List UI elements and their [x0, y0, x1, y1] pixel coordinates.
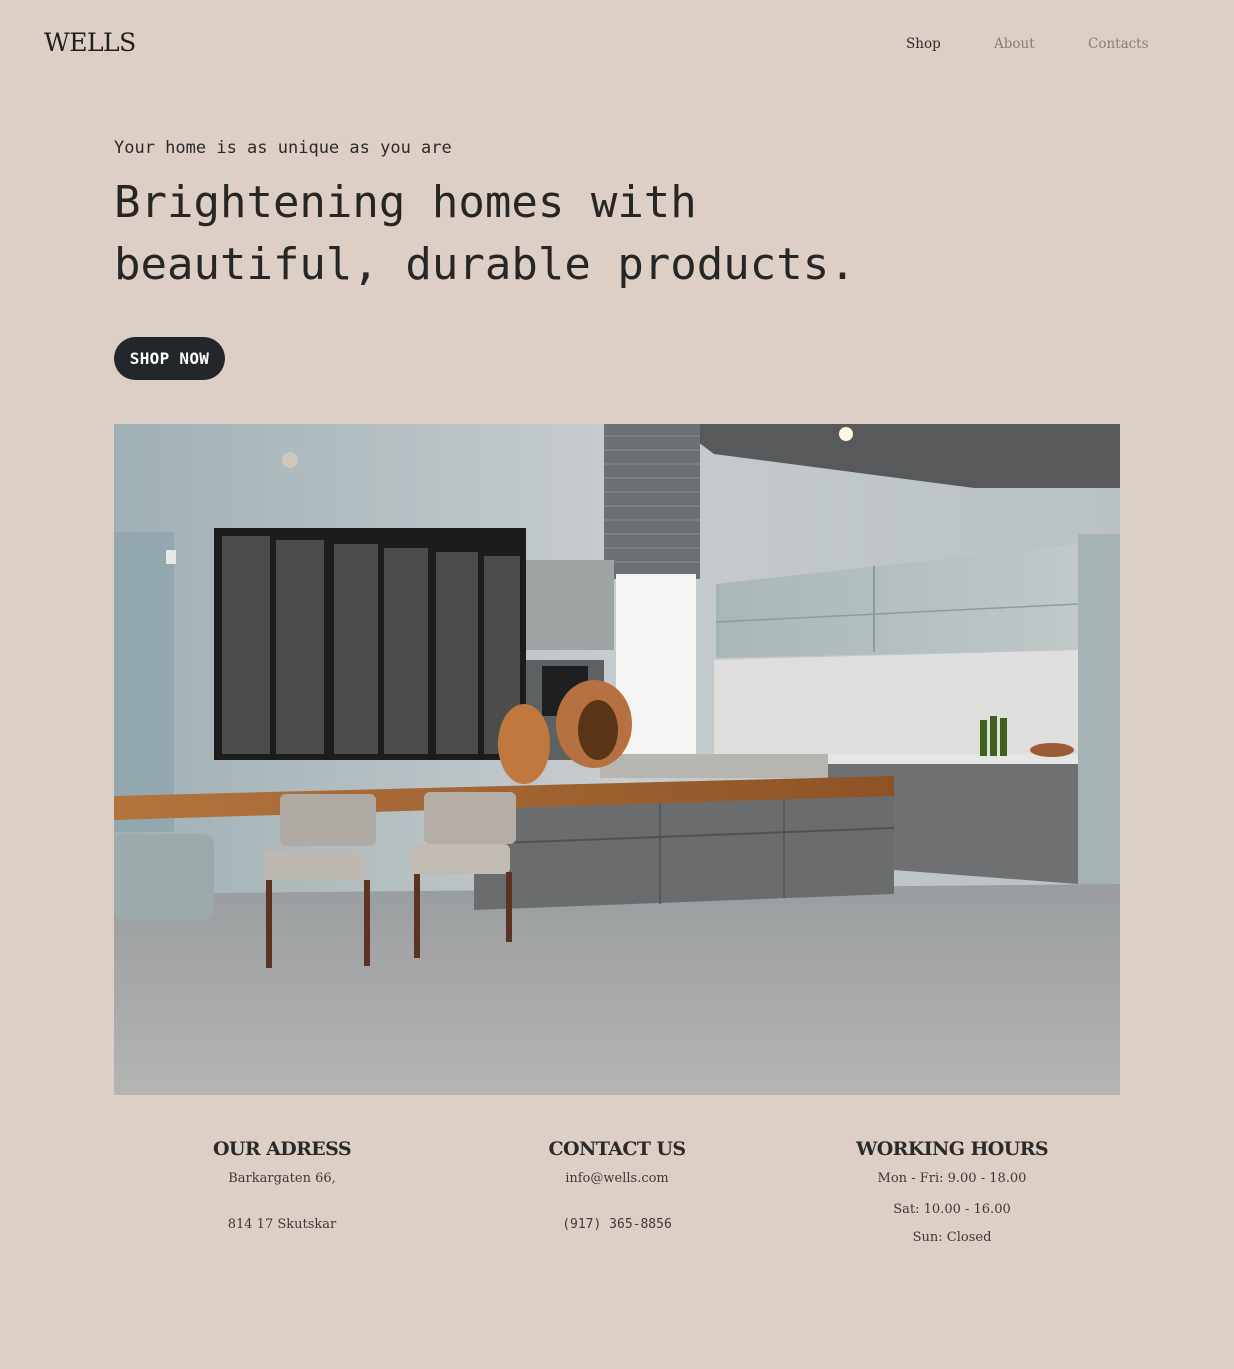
hours-section: WORKING HOURS Mon - Fri: 9.00 - 18.00 Sa… — [785, 1138, 1119, 1251]
nav-link-about[interactable]: About — [994, 36, 1035, 52]
hero-headline-line-2: beautiful, durable products. — [114, 239, 856, 290]
contact-phone[interactable]: (917) 365-8856 — [450, 1206, 784, 1243]
hours-weekdays: Mon - Fri: 9.00 - 18.00 — [877, 1171, 1027, 1186]
hero-headline-line-1: Brightening homes with — [114, 177, 697, 228]
nav-link-shop[interactable]: Shop — [906, 36, 941, 52]
hero-headline: Brightening homes with beautiful, durabl… — [114, 172, 934, 296]
hours-saturday: Sat: 10.00 - 16.00 — [893, 1202, 1011, 1217]
main-nav: Shop About Contacts — [0, 36, 1234, 56]
address-section: OUR ADRESS Barkargaten 66, 814 17 Skutsk… — [115, 1138, 449, 1243]
contact-title: CONTACT US — [548, 1138, 686, 1160]
hero-image — [114, 424, 1120, 1095]
contact-email[interactable]: info@wells.com — [450, 1169, 784, 1189]
hours-sunday: Sun: Closed — [912, 1229, 992, 1245]
contact-section: CONTACT US info@wells.com (917) 365-8856 — [450, 1138, 784, 1243]
hours-title: WORKING HOURS — [855, 1138, 1049, 1160]
shop-now-button[interactable]: SHOP NOW — [114, 337, 225, 380]
address-line-2: 814 17 Skutskar — [227, 1217, 337, 1232]
nav-link-contacts[interactable]: Contacts — [1088, 36, 1149, 52]
hero-eyebrow: Your home is as unique as you are — [114, 138, 452, 158]
address-title: OUR ADRESS — [212, 1138, 352, 1160]
address-line-1: Barkargaten 66, — [228, 1171, 336, 1186]
